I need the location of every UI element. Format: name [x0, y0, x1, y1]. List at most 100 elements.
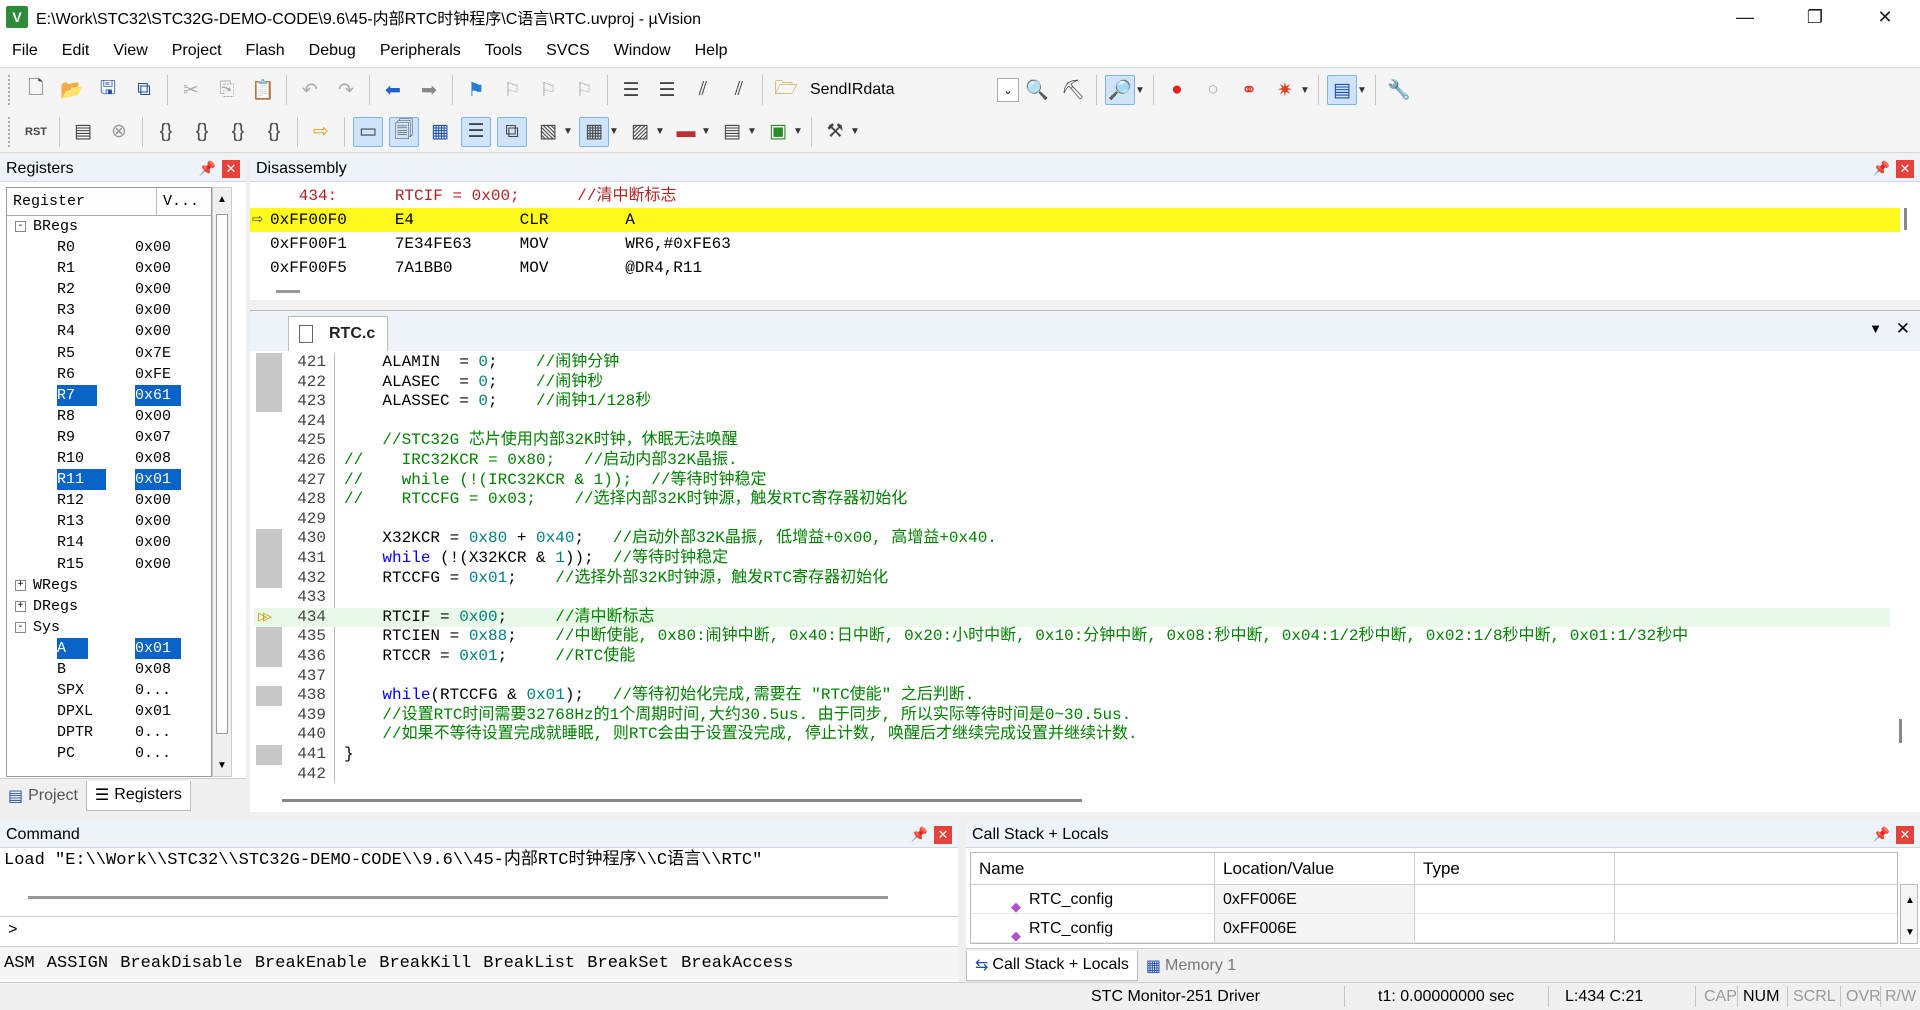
code-line[interactable]: 428 // RTCCFG = 0x03; //选择内部32K时钟源，触发RTC寄… — [254, 490, 1890, 510]
disassembly-source-line[interactable]: 434: RTCIF = 0x00; //清中断标志 — [250, 184, 1900, 208]
clear-bookmarks-icon[interactable]: ⚐ — [569, 75, 599, 105]
register-row[interactable]: R12 0x00 — [7, 490, 211, 511]
location-column[interactable]: Location/Value — [1215, 853, 1415, 884]
undo-icon[interactable]: ↶ — [295, 75, 325, 105]
code-line[interactable]: 431 while (!(X32KCR & 1)); //等待时钟稳定 — [254, 549, 1890, 569]
configure-icon[interactable]: 🔧 — [1384, 75, 1414, 105]
tab-rtc-c[interactable]: RTC.c — [288, 316, 388, 351]
code-line[interactable]: 427 // while (!(IRC32KCR & 1)); //等待时钟稳定 — [254, 471, 1890, 491]
code-line[interactable]: 426 // IRC32KCR = 0x80; //启动内部32K晶振. — [254, 451, 1890, 471]
register-group[interactable]: + WRegs — [7, 575, 211, 596]
disassembly-vscroll-thumb[interactable] — [1904, 208, 1907, 230]
cut-icon[interactable]: ✂ — [176, 75, 206, 105]
register-row[interactable]: R0 0x00 — [7, 237, 211, 258]
previous-bookmark-icon[interactable]: ⚐ — [497, 75, 527, 105]
callstack-scrollbar[interactable]: ▲ ▼ — [1900, 884, 1918, 944]
stop-icon[interactable]: ⊗ — [104, 117, 134, 147]
register-value[interactable]: 0x00 — [135, 532, 171, 553]
code-line[interactable]: 438 while(RTCCFG & 0x01); //等待初始化完成,需要在 … — [254, 686, 1890, 706]
register-value[interactable]: 0x08 — [135, 448, 171, 469]
code-line[interactable]: 424 — [254, 412, 1890, 432]
memory-windows-icon[interactable]: ▦ — [579, 116, 609, 147]
register-value[interactable]: 0x08 — [135, 659, 171, 680]
menu-help[interactable]: Help — [683, 34, 740, 68]
register-row[interactable]: R1 0x00 — [7, 258, 211, 279]
collapse-icon[interactable]: - — [15, 221, 26, 232]
register-row[interactable]: R3 0x00 — [7, 300, 211, 321]
pin-icon[interactable]: 📌 — [1873, 826, 1890, 843]
scroll-down-icon[interactable]: ▼ — [213, 754, 231, 776]
code-line[interactable]: 425 //STC32G 芯片使用内部32K时钟，休眠无法唤醒 — [254, 431, 1890, 451]
open-folder-icon[interactable]: 📂 — [57, 75, 87, 105]
register-value[interactable]: 0x01 — [135, 701, 171, 722]
code-line[interactable]: 436 RTCCR = 0x01; //RTC使能 — [254, 647, 1890, 667]
register-row[interactable]: R11 0x01 — [7, 469, 211, 491]
register-value[interactable]: 0x00 — [135, 490, 171, 511]
register-value[interactable]: 0... — [135, 722, 171, 743]
register-value[interactable]: 0x7E — [135, 343, 171, 364]
maximize-button[interactable]: ❐ — [1780, 0, 1850, 34]
disassembly-hscroll-thumb[interactable] — [276, 290, 300, 293]
value-column[interactable]: V... — [157, 188, 211, 215]
menu-window[interactable]: Window — [602, 34, 683, 68]
register-group[interactable]: + DRegs — [7, 596, 211, 617]
code-line[interactable]: 429 — [254, 510, 1890, 530]
paste-icon[interactable]: 📋 — [248, 75, 278, 105]
code-line[interactable]: 441} — [254, 745, 1890, 765]
registers-scrollbar[interactable]: ▲ ▼ — [212, 187, 232, 777]
register-value[interactable]: 0x00 — [135, 511, 171, 532]
navigate-forward-icon[interactable]: ➡ — [414, 75, 444, 105]
register-row[interactable]: R5 0x7E — [7, 343, 211, 364]
type-column[interactable]: Type — [1415, 853, 1615, 884]
new-file-icon[interactable]: 🗋 — [21, 75, 51, 105]
menu-svcs[interactable]: SVCS — [534, 34, 602, 68]
step-out-icon[interactable]: {} — [223, 117, 253, 147]
name-column[interactable]: Name — [971, 853, 1215, 884]
find-icon[interactable]: 🔍 — [1022, 75, 1052, 105]
scroll-thumb[interactable] — [216, 214, 228, 734]
chevron-down-icon[interactable]: ▼ — [850, 126, 860, 137]
register-row[interactable]: DPXL 0x01 — [7, 701, 211, 722]
step-into-icon[interactable]: {} — [151, 117, 181, 147]
close-window-button[interactable]: ✕ — [1850, 0, 1920, 34]
register-value[interactable]: 0x00 — [135, 321, 171, 342]
run-to-cursor-icon[interactable]: {} — [259, 117, 289, 147]
chevron-down-icon[interactable]: ▼ — [1300, 85, 1310, 96]
register-value[interactable]: 0x00 — [135, 300, 171, 321]
code-editor[interactable]: 421 ALAMIN = 0; //闹钟分钟 422 ALASEC = 0; //… — [254, 353, 1890, 783]
code-line[interactable]: 421 ALAMIN = 0; //闹钟分钟 — [254, 353, 1890, 373]
show-next-statement-icon[interactable]: ⇨ — [306, 117, 336, 147]
pin-icon[interactable]: 📌 — [911, 826, 928, 843]
callstack-row[interactable]: ◆ RTC_config 0xFF006E — [971, 914, 1897, 943]
command-hscroll-thumb[interactable] — [28, 896, 888, 899]
chevron-down-icon[interactable]: ▼ — [563, 126, 573, 137]
menu-project[interactable]: Project — [160, 34, 234, 68]
register-value[interactable]: 0x00 — [135, 554, 171, 575]
scroll-up-icon[interactable]: ▲ — [1901, 889, 1919, 911]
collapse-icon[interactable]: - — [15, 621, 26, 633]
register-group[interactable]: - BRegs — [7, 216, 211, 237]
register-value[interactable]: 0x00 — [135, 279, 171, 300]
target-selector[interactable]: SendIRdata ⌄ — [804, 76, 1019, 104]
tab-memory-1[interactable]: ▦ Memory 1 — [1138, 951, 1244, 981]
menu-peripherals[interactable]: Peripherals — [368, 34, 473, 68]
register-row[interactable]: R8 0x00 — [7, 406, 211, 427]
register-column[interactable]: Register — [7, 188, 157, 215]
disable-all-breakpoints-icon[interactable]: ⚭ — [1234, 75, 1264, 105]
disassembly-listing[interactable]: 434: RTCIF = 0x00; //清中断标志 ⇨ 0xFF00F0 E4 … — [250, 184, 1900, 296]
expand-icon[interactable]: + — [15, 600, 26, 612]
menu-view[interactable]: View — [101, 34, 159, 68]
register-row[interactable]: R9 0x07 — [7, 427, 211, 448]
register-row[interactable]: R13 0x00 — [7, 511, 211, 532]
editor-hscrollbar[interactable] — [280, 791, 1880, 809]
code-line[interactable]: 432 RTCCFG = 0x01; //选择外部32K时钟源，触发RTC寄存器… — [254, 569, 1890, 589]
step-over-icon[interactable]: {} — [187, 117, 217, 147]
run-icon[interactable]: ▤ — [68, 117, 98, 147]
redo-icon[interactable]: ↷ — [331, 75, 361, 105]
register-row[interactable]: A 0x01 — [7, 637, 211, 659]
enable-breakpoint-icon[interactable]: ○ — [1198, 75, 1228, 105]
menu-debug[interactable]: Debug — [297, 34, 368, 68]
register-value[interactable]: 0x01 — [135, 469, 182, 491]
pin-icon[interactable]: 📌 — [199, 160, 216, 177]
comment-icon[interactable]: ⫽ — [688, 75, 718, 105]
